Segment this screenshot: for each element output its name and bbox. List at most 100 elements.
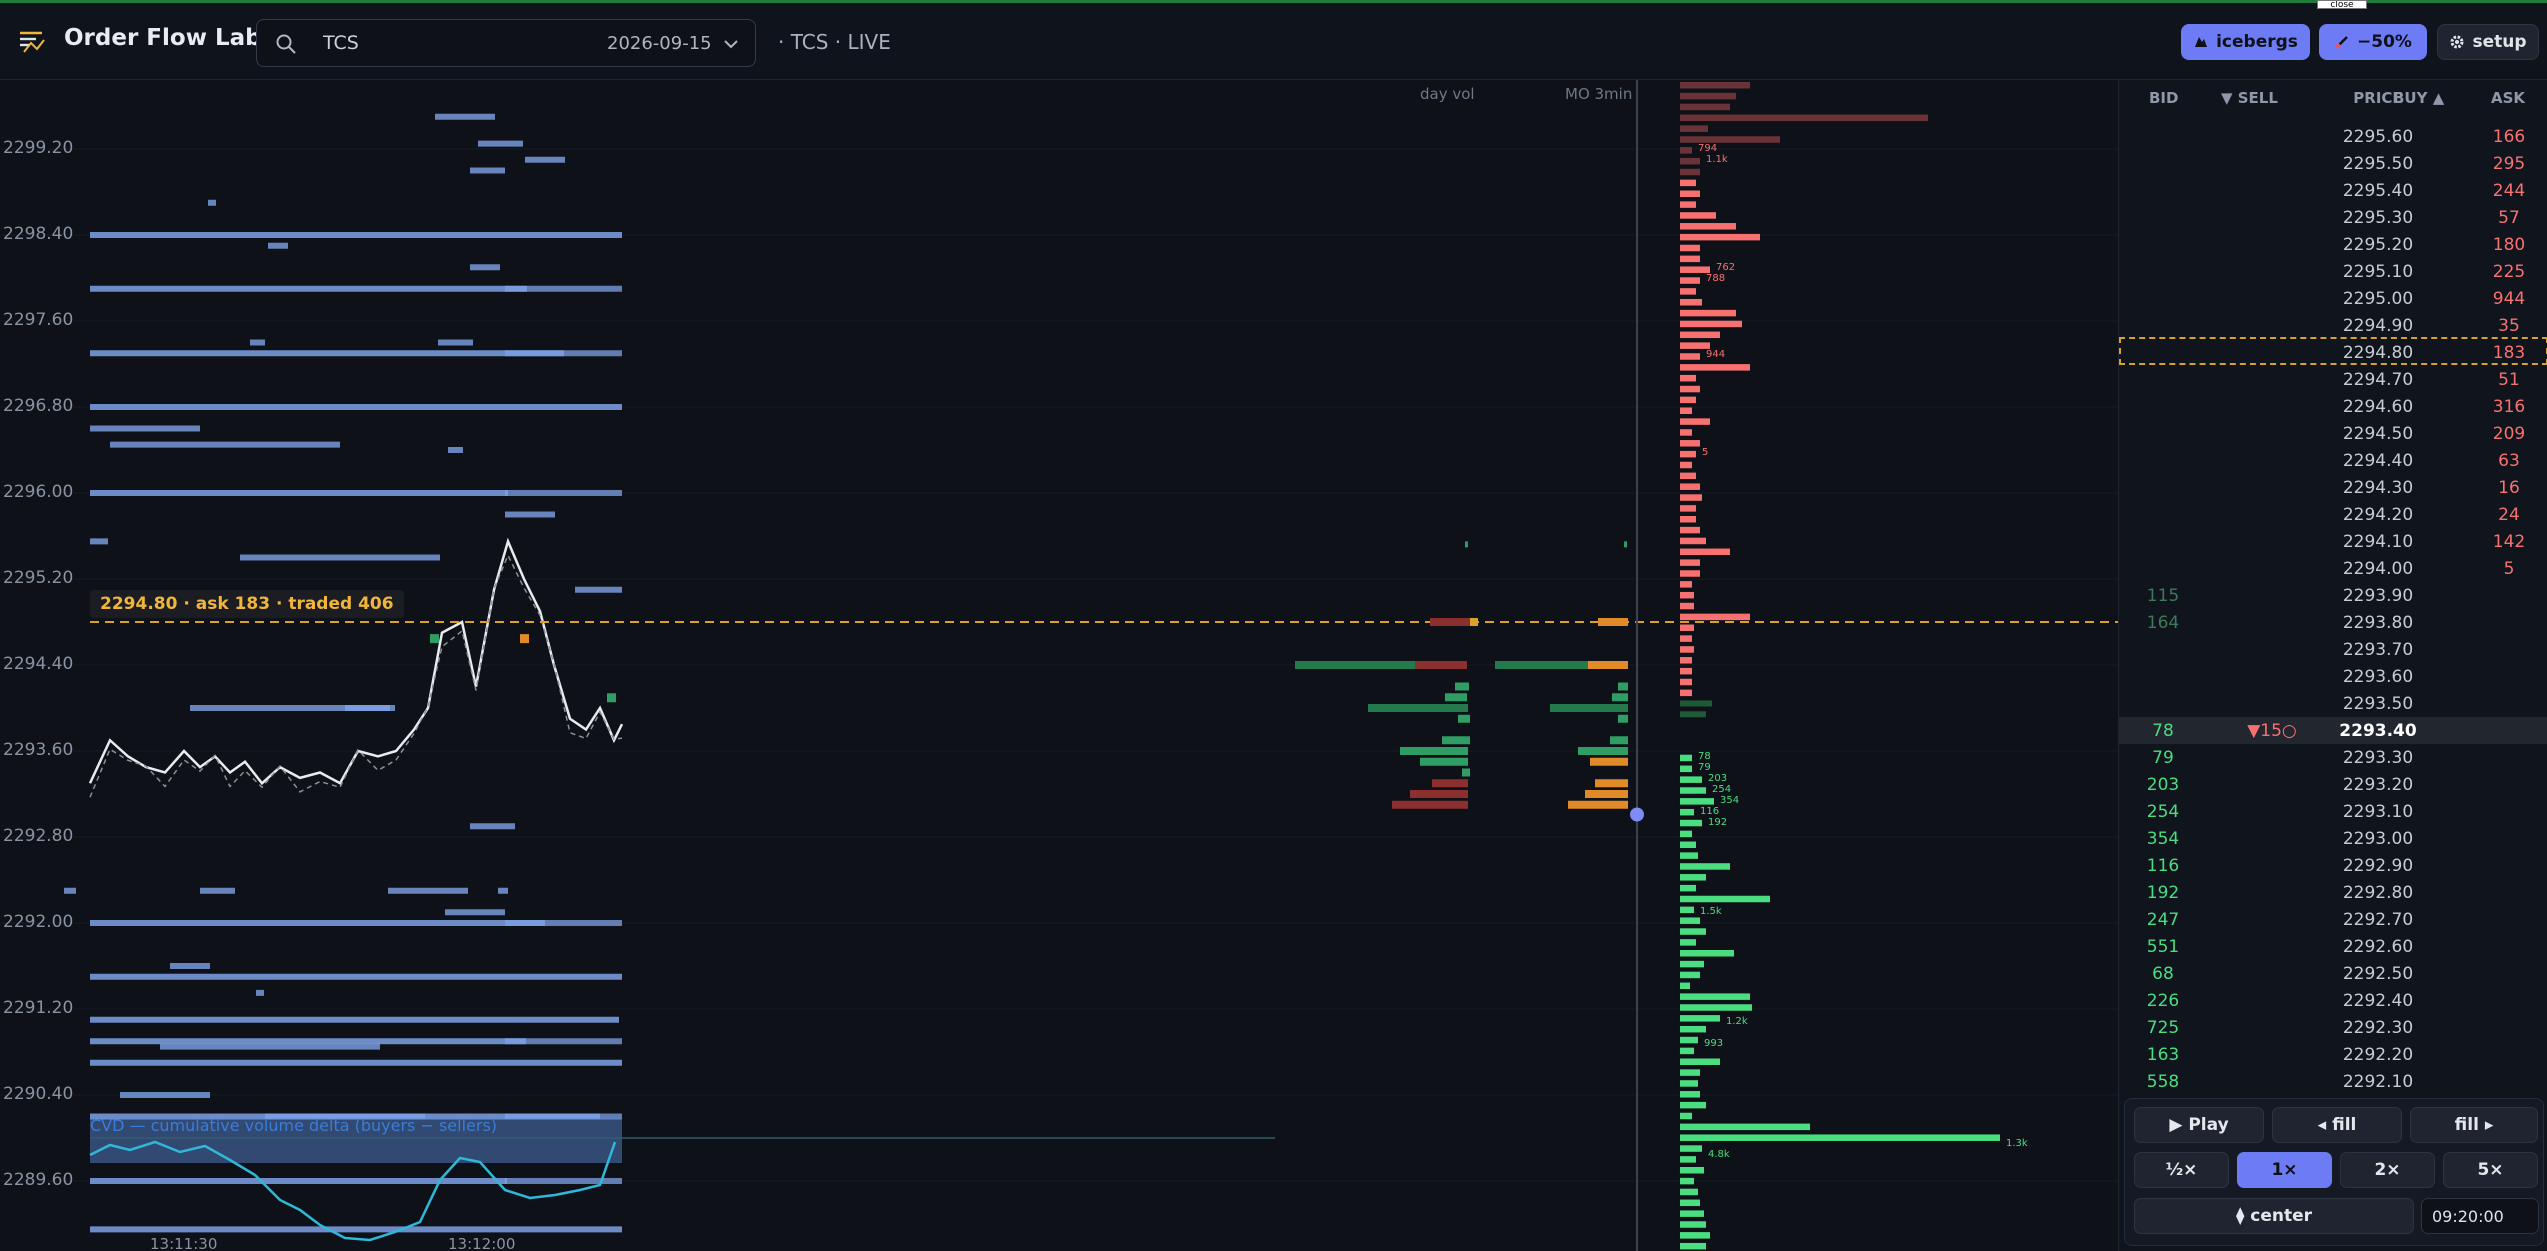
- dom-row[interactable]: 79 2293.30: [2119, 744, 2547, 771]
- resting-order-bar: [90, 973, 622, 980]
- sell-header[interactable]: ▼ SELL: [2221, 89, 2278, 107]
- ask-header[interactable]: ASK: [2491, 89, 2525, 107]
- ask-depth-bar: [1680, 277, 1700, 284]
- dom-row[interactable]: 2294.90 35: [2119, 312, 2547, 339]
- back-fill-button[interactable]: ◂ fill: [2272, 1107, 2402, 1143]
- orderflow-chart[interactable]: 2299.20 2298.40 2297.60 2296.80 2296.00 2295.…: [0, 80, 2118, 1251]
- zoom-label: −50%: [2357, 32, 2412, 52]
- dom-ask-cell: 166: [2492, 127, 2526, 147]
- bid-depth-label: 1.3k: [2006, 1138, 2028, 1150]
- dom-price-cell: 2293.50: [2342, 694, 2414, 714]
- resting-order-bar: [90, 920, 545, 926]
- zoom-button[interactable]: −50%: [2319, 24, 2427, 60]
- dom-row[interactable]: 2294.70 51: [2119, 366, 2547, 393]
- speed-1x-button[interactable]: 1×: [2237, 1152, 2332, 1188]
- dom-row[interactable]: 192 2292.80: [2119, 879, 2547, 906]
- dom-row[interactable]: 2295.00 944: [2119, 285, 2547, 312]
- bid-depth-bar: [1680, 1080, 1698, 1087]
- market-order-bar: [1585, 790, 1628, 798]
- ask-depth-bar: [1680, 147, 1692, 154]
- setup-button[interactable]: setup: [2437, 24, 2539, 60]
- market-order-bar: [1618, 682, 1628, 691]
- dom-row[interactable]: 164 2293.80: [2119, 609, 2547, 636]
- dom-row[interactable]: 2295.60 166: [2119, 123, 2547, 150]
- dom-row[interactable]: 2293.70: [2119, 636, 2547, 663]
- ask-depth-bar: [1680, 516, 1696, 523]
- search-input[interactable]: [323, 30, 543, 56]
- dom-ask-cell: 244: [2492, 181, 2526, 201]
- resting-order-bar: [90, 1226, 622, 1233]
- bid-depth-bar: [1680, 917, 1700, 924]
- dom-row[interactable]: 2294.50 209: [2119, 420, 2547, 447]
- dom-ask-cell: 51: [2498, 370, 2520, 390]
- dom-price-cell: 2295.10: [2342, 262, 2414, 282]
- speed-5x-button[interactable]: 5×: [2443, 1152, 2538, 1188]
- dom-row[interactable]: 2295.20 180: [2119, 231, 2547, 258]
- dom-row[interactable]: 68 2292.50: [2119, 960, 2547, 987]
- dom-row[interactable]: 2294.00 5: [2119, 555, 2547, 582]
- dom-row[interactable]: 2294.40 63: [2119, 447, 2547, 474]
- dom-row[interactable]: 116 2292.90: [2119, 852, 2547, 879]
- center-button[interactable]: ⧫ center: [2134, 1198, 2414, 1234]
- dom-row[interactable]: 115 2293.90: [2119, 582, 2547, 609]
- forward-fill-button[interactable]: fill ▸: [2410, 1107, 2538, 1143]
- chevron-down-icon[interactable]: [721, 34, 741, 54]
- dom-row[interactable]: 2293.50: [2119, 690, 2547, 717]
- dom-row[interactable]: 2295.10 225: [2119, 258, 2547, 285]
- dom-bid-cell: 226: [2146, 991, 2180, 1011]
- dom-row[interactable]: 247 2292.70: [2119, 906, 2547, 933]
- speed-2x-button[interactable]: 2×: [2340, 1152, 2435, 1188]
- dom-row[interactable]: 2294.20 24: [2119, 501, 2547, 528]
- search-box[interactable]: 2026-09-15: [256, 19, 756, 67]
- dom-row[interactable]: 2294.30 16: [2119, 474, 2547, 501]
- dom-row[interactable]: 254 2293.10: [2119, 798, 2547, 825]
- bid-header[interactable]: BID: [2149, 89, 2178, 107]
- dom-price-cell: 2292.40: [2342, 991, 2414, 1011]
- dom-row[interactable]: 203 2293.20: [2119, 771, 2547, 798]
- dom-row[interactable]: 725 2292.30: [2119, 1014, 2547, 1041]
- day-volume-bar: [1410, 790, 1468, 798]
- ask-depth-bar: [1680, 299, 1702, 306]
- dom-price-cell: 2295.20: [2342, 235, 2414, 255]
- dom-price-cell: 2293.00: [2342, 829, 2414, 849]
- dom-row[interactable]: 2294.60 316: [2119, 393, 2547, 420]
- dom-price-cell: 2294.70: [2342, 370, 2414, 390]
- ask-depth-bar: [1680, 244, 1700, 252]
- dom-ask-cell: 5: [2503, 559, 2515, 579]
- dom-price-cell: 2293.30: [2342, 748, 2414, 768]
- dom-row[interactable]: 354 2293.00: [2119, 825, 2547, 852]
- dom-row[interactable]: 2295.50 295: [2119, 150, 2547, 177]
- cvd-label: CVD — cumulative volume delta (buyers − …: [90, 1116, 498, 1135]
- time-input[interactable]: [2421, 1198, 2539, 1234]
- dom-bid-cell: 558: [2146, 1072, 2180, 1092]
- chart-canvas[interactable]: [0, 80, 2118, 1251]
- icebergs-button[interactable]: icebergs: [2181, 24, 2310, 60]
- dom-row[interactable]: 2295.40 244: [2119, 177, 2547, 204]
- dom-ask-cell: 183: [2492, 343, 2526, 363]
- day-volume-bar: [1462, 768, 1470, 777]
- play-button[interactable]: ▶ Play: [2134, 1107, 2264, 1143]
- session-date[interactable]: 2026-09-15: [607, 33, 712, 54]
- dom-row[interactable]: 2293.60: [2119, 663, 2547, 690]
- bid-depth-bar: [1680, 1145, 1702, 1152]
- resting-order-bar: [90, 490, 508, 496]
- dom-row[interactable]: 2295.30 57: [2119, 204, 2547, 231]
- dom-price-cell: 2295.50: [2342, 154, 2414, 174]
- dom-bid-cell: 203: [2146, 775, 2180, 795]
- day-volume-label: day vol: [1420, 85, 1475, 103]
- speed-half-button[interactable]: ½×: [2134, 1152, 2229, 1188]
- ask-depth-label: 1.1k: [1706, 153, 1728, 165]
- dom-row[interactable]: 558 2292.10: [2119, 1068, 2547, 1095]
- dom-row[interactable]: 2294.80 183: [2119, 339, 2547, 366]
- dom-row[interactable]: 551 2292.60: [2119, 933, 2547, 960]
- dom-row[interactable]: 226 2292.40: [2119, 987, 2547, 1014]
- dom-row[interactable]: 78 ▼15○ 2293.40: [2119, 717, 2547, 744]
- bid-depth-bar: [1680, 841, 1696, 848]
- trade-marker: [430, 634, 439, 644]
- ask-depth-bar: [1680, 646, 1694, 653]
- buy-header[interactable]: BUY ▲: [2393, 89, 2444, 107]
- setup-label: setup: [2472, 32, 2527, 52]
- dom-row[interactable]: 2294.10 142: [2119, 528, 2547, 555]
- ask-depth-bar: [1680, 255, 1700, 263]
- dom-row[interactable]: 163 2292.20: [2119, 1041, 2547, 1068]
